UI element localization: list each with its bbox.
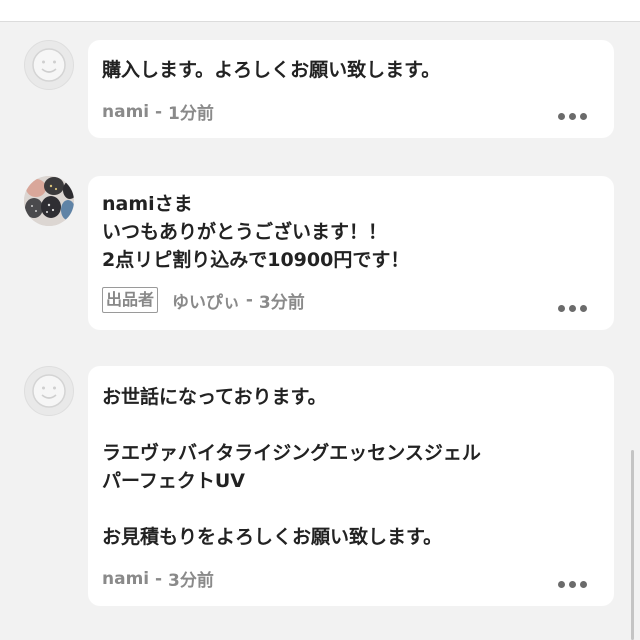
comment-meta: nami - 1分前 bbox=[102, 99, 214, 125]
meta-separator: - bbox=[149, 568, 169, 589]
comment-bubble: お世話になっております。 ラエヴァバイタライジングエッセンスジェル パーフェクト… bbox=[88, 366, 614, 606]
more-dots-icon[interactable] bbox=[558, 579, 588, 589]
comment-line bbox=[102, 411, 481, 439]
author-name[interactable]: nami bbox=[102, 102, 149, 122]
comment-meta: 出品者 ゆいぴぃ - 3分前 bbox=[102, 287, 305, 313]
author-name[interactable]: nami bbox=[102, 569, 149, 589]
author-name[interactable]: ゆいぴぃ bbox=[172, 288, 240, 313]
seller-badge: 出品者 bbox=[102, 287, 159, 313]
user-photo-avatar[interactable] bbox=[24, 176, 74, 226]
top-bar bbox=[0, 0, 640, 22]
meta-separator: - bbox=[149, 101, 169, 122]
comment-body: 購入します。よろしくお願い致します。 bbox=[102, 56, 440, 84]
comment-line: いつもありがとうございます！！ bbox=[102, 221, 388, 243]
comment-line: ラエヴァバイタライジングエッセンスジェル bbox=[102, 442, 481, 464]
comment-line bbox=[102, 495, 481, 523]
comment-body: namiさま いつもありがとうございます！！ 2点リピ割り込みで10900円です… bbox=[102, 190, 409, 274]
comment-line: 購入します。よろしくお願い致します。 bbox=[102, 59, 441, 81]
comment-line: 2点リピ割り込みで10900円です！ bbox=[102, 249, 410, 271]
comment-time: 3分前 bbox=[258, 292, 305, 313]
default-avatar-icon[interactable] bbox=[24, 366, 74, 416]
comment-time: 1分前 bbox=[168, 104, 214, 124]
more-dots-icon[interactable] bbox=[558, 111, 588, 121]
comment-bubble: namiさま いつもありがとうございます！！ 2点リピ割り込みで10900円です… bbox=[88, 176, 614, 330]
comment-meta: nami - 3分前 bbox=[102, 566, 214, 592]
comment-line: パーフェクトUV bbox=[102, 470, 245, 492]
meta-separator: - bbox=[240, 290, 259, 310]
comment-time: 3分前 bbox=[168, 571, 214, 591]
comment-line: お世話になっております。 bbox=[102, 386, 327, 408]
more-dots-icon[interactable] bbox=[558, 303, 588, 313]
comment-line: お見積もりをよろしくお願い致します。 bbox=[102, 526, 443, 548]
default-avatar-icon[interactable] bbox=[24, 40, 74, 90]
scrollbar[interactable] bbox=[631, 450, 634, 640]
comment-body: お世話になっております。 ラエヴァバイタライジングエッセンスジェル パーフェクト… bbox=[102, 383, 481, 551]
comment-thread: 購入します。よろしくお願い致します。 nami - 1分前 namiさま いつも… bbox=[0, 22, 640, 640]
comment-line: namiさま bbox=[102, 193, 193, 215]
comment-bubble: 購入します。よろしくお願い致します。 nami - 1分前 bbox=[88, 40, 614, 138]
